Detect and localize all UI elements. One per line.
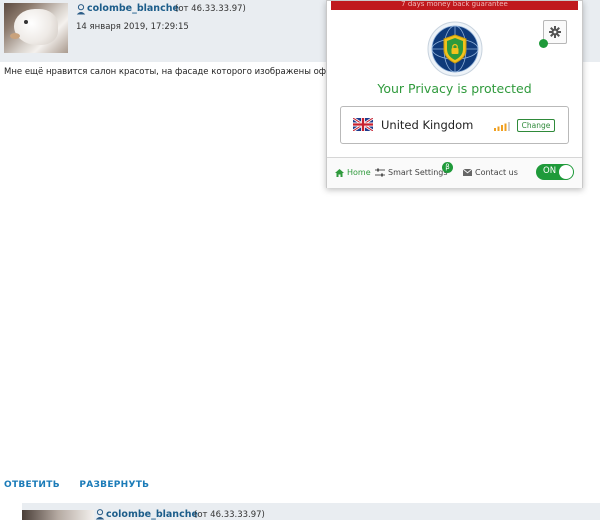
vpn-popup: 7 days money back guarantee Your Privacy… [326, 0, 583, 188]
status-dot [539, 39, 548, 48]
user-avatar[interactable] [4, 3, 68, 53]
guarantee-banner[interactable]: 7 days money back guarantee [331, 1, 578, 10]
user-ip-2: (от 46.33.33.97) [194, 510, 265, 520]
country-name: United Kingdom [381, 118, 474, 132]
username-link[interactable]: colombe_blanche [87, 3, 179, 14]
expand-link[interactable]: РАЗВЕРНУТЬ [79, 480, 149, 490]
toggle-knob [559, 165, 573, 179]
home-icon [335, 168, 344, 177]
toggle-label: ON [543, 166, 557, 176]
popup-footer: Home Smart Settings β Contact us ON [327, 157, 582, 188]
post-header-2: colombe_blanche (от 46.33.33.97) [22, 503, 600, 520]
privacy-status: Your Privacy is protected [377, 81, 532, 96]
nav-contact[interactable]: Contact us [463, 168, 518, 177]
country-selector[interactable]: United Kingdom Change [340, 106, 569, 144]
nav-smart-settings[interactable]: Smart Settings [375, 168, 448, 177]
user-ip: (от 46.33.33.97) [175, 4, 246, 14]
shield-logo [427, 21, 483, 77]
nav-home[interactable]: Home [335, 168, 371, 177]
vpn-toggle[interactable]: ON [536, 164, 574, 180]
post-body-text: Мне ещё нравится салон красоты, на фасад… [4, 67, 332, 77]
post-actions: ОТВЕТИТЬ РАЗВЕРНУТЬ [4, 480, 165, 490]
user-icon [95, 509, 105, 520]
user-avatar-2[interactable] [22, 510, 94, 520]
user-icon [76, 4, 86, 15]
reply-link[interactable]: ОТВЕТИТЬ [4, 480, 60, 490]
sliders-icon [375, 168, 385, 177]
signal-icon [494, 122, 510, 131]
mail-icon [463, 169, 472, 176]
uk-flag-icon [353, 118, 373, 131]
username-link-2[interactable]: colombe_blanche [106, 509, 198, 520]
change-country-button[interactable]: Change [517, 119, 555, 132]
gear-icon [549, 26, 561, 38]
dove-image [14, 9, 58, 45]
post-timestamp: 14 января 2019, 17:29:15 [76, 22, 189, 32]
beta-badge: β [442, 162, 453, 173]
